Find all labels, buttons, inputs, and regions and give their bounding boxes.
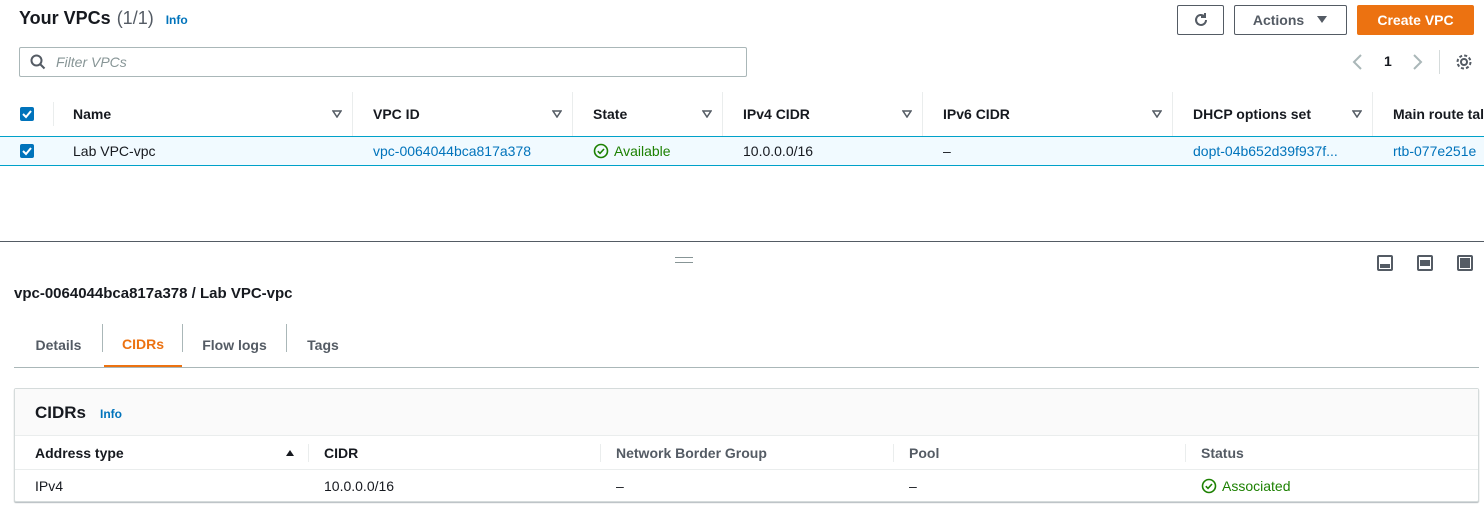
info-link[interactable]: Info	[166, 13, 188, 27]
actions-label: Actions	[1252, 12, 1305, 28]
column-header-dhcp-options-set[interactable]: DHCP options set	[1173, 92, 1373, 136]
cell-status: Associated	[1201, 470, 1290, 502]
page-title: Your VPCs	[19, 8, 111, 28]
table-row[interactable]: Lab VPC-vpc vpc-0064044bca817a378 Availa…	[0, 136, 1484, 166]
cidrs-panel: CIDRs Info Address type CIDR Network Bor…	[14, 388, 1479, 502]
sort-caret-icon[interactable]	[542, 110, 572, 118]
page-title-group: Your VPCs (1/1) Info	[19, 8, 188, 34]
column-header-address-type[interactable]: Address type	[35, 436, 295, 470]
cell-network-border-group: –	[616, 478, 624, 494]
next-page-icon[interactable]	[1411, 54, 1423, 70]
success-check-circle-icon	[1201, 478, 1217, 494]
header-divider	[308, 444, 309, 462]
row-checkbox[interactable]	[20, 144, 34, 158]
column-header-pool[interactable]: Pool	[909, 436, 939, 470]
cell-ipv6-cidr: –	[943, 143, 951, 159]
column-label: IPv6 CIDR	[943, 106, 1010, 122]
state-text: Available	[614, 143, 671, 159]
page-number[interactable]: 1	[1384, 53, 1392, 69]
column-header-network-border-group[interactable]: Network Border Group	[616, 436, 767, 470]
split-panel-bottom-icon[interactable]	[1377, 255, 1393, 271]
header-divider	[893, 444, 894, 462]
sort-ascending-icon[interactable]	[285, 449, 295, 457]
cidrs-panel-header	[15, 389, 1478, 436]
pagination-divider	[1439, 50, 1440, 74]
select-all-checkbox[interactable]	[20, 107, 34, 121]
sort-caret-icon[interactable]	[1342, 110, 1372, 118]
column-header-main-route-table[interactable]: Main route tal	[1373, 92, 1484, 136]
create-vpc-button[interactable]: Create VPC	[1357, 5, 1474, 35]
vpc-id-link[interactable]: vpc-0064044bca817a378	[373, 137, 531, 165]
column-header-ipv6-cidr[interactable]: IPv6 CIDR	[923, 92, 1173, 136]
split-panel-full-icon[interactable]	[1457, 255, 1473, 271]
cell-ipv4-cidr: 10.0.0.0/16	[743, 143, 814, 159]
column-header-ipv4-cidr[interactable]: IPv4 CIDR	[723, 92, 923, 136]
header-divider	[600, 444, 601, 462]
cell-address-type: IPv4	[35, 478, 64, 494]
check-icon	[22, 110, 32, 119]
status-text: Associated	[1222, 478, 1291, 494]
dhcp-options-link[interactable]: dopt-04b652d39f937f...	[1193, 137, 1338, 165]
check-icon	[22, 147, 32, 156]
column-label: State	[593, 106, 628, 122]
tab-details[interactable]: Details	[14, 322, 103, 368]
column-header-state[interactable]: State	[573, 92, 723, 136]
details-heading: vpc-0064044bca817a378 / Lab VPC-vpc	[14, 285, 293, 302]
tab-tags[interactable]: Tags	[287, 322, 359, 368]
filter-search-box[interactable]	[19, 47, 747, 77]
vpc-count: (1/1)	[116, 8, 154, 28]
column-header-vpc-id[interactable]: VPC ID	[353, 92, 573, 136]
column-label: Address type	[35, 445, 124, 461]
column-label: VPC ID	[373, 106, 420, 122]
column-label: Main route tal	[1393, 106, 1484, 122]
sort-caret-icon[interactable]	[322, 110, 352, 118]
search-icon	[30, 54, 46, 70]
resize-handle-icon[interactable]	[675, 257, 693, 263]
actions-dropdown-button[interactable]: Actions	[1234, 5, 1347, 35]
column-label: Name	[73, 106, 112, 122]
tab-separator	[102, 324, 103, 352]
tabs-baseline	[14, 367, 1479, 368]
tab-flow-logs[interactable]: Flow logs	[183, 322, 286, 368]
route-table-link[interactable]: rtb-077e251e	[1393, 137, 1476, 165]
sort-caret-icon[interactable]	[892, 110, 922, 118]
split-panel-divider[interactable]	[0, 241, 1484, 242]
column-label: DHCP options set	[1193, 106, 1311, 122]
sort-caret-icon[interactable]	[1142, 110, 1172, 118]
tab-cidrs[interactable]: CIDRs	[104, 322, 182, 368]
column-header-cidr[interactable]: CIDR	[324, 436, 358, 470]
filter-input[interactable]	[54, 53, 654, 71]
cell-state: Available	[593, 137, 671, 165]
column-header-name[interactable]: Name	[53, 92, 353, 136]
refresh-button[interactable]	[1177, 5, 1224, 35]
settings-gear-icon[interactable]	[1455, 53, 1473, 71]
header-divider	[1185, 444, 1186, 462]
refresh-icon	[1194, 13, 1207, 26]
previous-page-icon[interactable]	[1352, 54, 1364, 70]
cell-cidr: 10.0.0.0/16	[324, 478, 395, 494]
column-label: IPv4 CIDR	[743, 106, 810, 122]
column-header-status[interactable]: Status	[1201, 436, 1244, 470]
cidrs-title: CIDRs	[35, 403, 87, 422]
sort-caret-icon[interactable]	[692, 110, 722, 118]
split-panel-middle-icon[interactable]	[1417, 255, 1433, 271]
caret-down-icon	[1317, 16, 1328, 23]
cell-name: Lab VPC-vpc	[73, 143, 156, 159]
cell-pool: –	[909, 478, 917, 494]
cidrs-title-group: CIDRs Info	[35, 403, 122, 423]
cidrs-info-link[interactable]: Info	[100, 407, 122, 421]
success-check-circle-icon	[593, 143, 609, 159]
